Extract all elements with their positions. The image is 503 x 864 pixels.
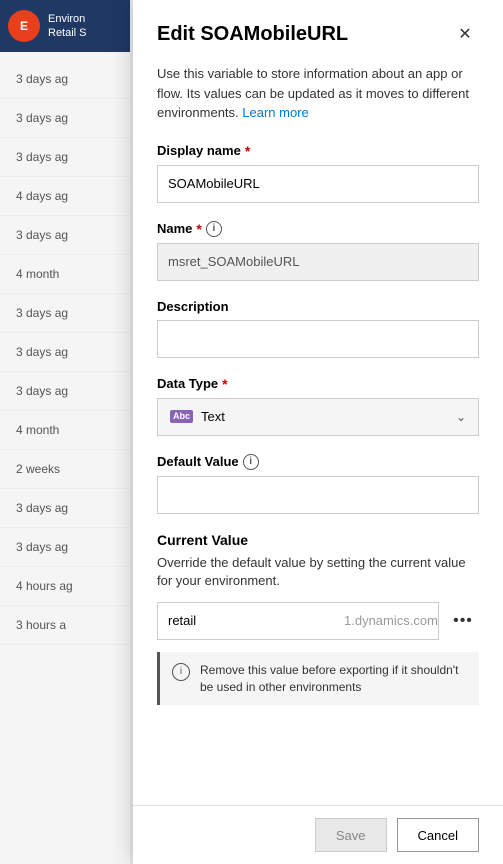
list-item: 3 days ag: [0, 489, 130, 528]
list-item: 4 hours ag: [0, 567, 130, 606]
default-value-label: Default Value i: [157, 454, 479, 470]
display-name-input[interactable]: [157, 165, 479, 203]
save-button[interactable]: Save: [315, 818, 387, 852]
current-value-input-wrap: 1.dynamics.com: [157, 602, 439, 640]
data-type-select[interactable]: Abc Text ⌄: [157, 398, 479, 436]
list-item: 3 days ag: [0, 294, 130, 333]
list-item: 3 days ag: [0, 528, 130, 567]
list-item: 3 days ag: [0, 99, 130, 138]
list-item: 3 days ag: [0, 60, 130, 99]
list-item: 3 days ag: [0, 372, 130, 411]
close-button[interactable]: ✕: [451, 20, 479, 48]
current-value-description: Override the default value by setting th…: [157, 554, 479, 590]
display-name-label: Display name *: [157, 143, 479, 159]
list-item: 4 month: [0, 411, 130, 450]
modal-footer: Save Cancel: [133, 805, 503, 864]
description-field: Description: [157, 299, 479, 358]
default-value-field: Default Value i: [157, 454, 479, 514]
info-box-icon: i: [172, 663, 190, 681]
learn-more-link[interactable]: Learn more: [242, 105, 308, 120]
current-value-section: Current Value Override the default value…: [157, 532, 479, 706]
data-type-value: Text: [201, 409, 225, 424]
name-label: Name * i: [157, 221, 479, 237]
cancel-button[interactable]: Cancel: [397, 818, 479, 852]
current-value-title: Current Value: [157, 532, 479, 548]
description-label: Description: [157, 299, 479, 314]
list-item: 4 days ag: [0, 177, 130, 216]
data-type-field: Data Type * Abc Text ⌄: [157, 376, 479, 436]
current-value-suffix: 1.dynamics.com: [344, 613, 438, 628]
edit-modal: Edit SOAMobileURL ✕ Use this variable to…: [133, 0, 503, 864]
abc-icon: Abc: [170, 410, 193, 423]
list-item: 3 hours a: [0, 606, 130, 645]
bg-list-items: 3 days ag 3 days ag 3 days ag 4 days ag …: [0, 60, 130, 645]
list-item: 4 month: [0, 255, 130, 294]
required-indicator: *: [196, 221, 201, 237]
data-type-label: Data Type *: [157, 376, 479, 392]
name-input: [157, 243, 479, 281]
required-indicator: *: [222, 376, 227, 392]
more-options-button[interactable]: •••: [447, 605, 479, 637]
list-item: 3 days ag: [0, 216, 130, 255]
info-box-text: Remove this value before exporting if it…: [200, 662, 467, 696]
display-name-field: Display name *: [157, 143, 479, 203]
list-item: 2 weeks: [0, 450, 130, 489]
modal-body: Use this variable to store information a…: [133, 64, 503, 805]
name-field: Name * i: [157, 221, 479, 281]
top-bar: E Environ Retail S: [0, 0, 130, 52]
name-info-icon[interactable]: i: [206, 221, 222, 237]
current-value-input[interactable]: [168, 613, 344, 628]
default-value-input[interactable]: [157, 476, 479, 514]
default-value-info-icon[interactable]: i: [243, 454, 259, 470]
list-item: 3 days ag: [0, 138, 130, 177]
current-value-row: 1.dynamics.com •••: [157, 602, 479, 640]
chevron-down-icon: ⌄: [456, 410, 466, 424]
info-box: i Remove this value before exporting if …: [157, 652, 479, 706]
list-item: 3 days ag: [0, 333, 130, 372]
modal-title: Edit SOAMobileURL: [157, 23, 348, 46]
modal-header: Edit SOAMobileURL ✕: [133, 0, 503, 64]
description-input[interactable]: [157, 320, 479, 358]
avatar: E: [8, 10, 40, 42]
top-bar-text: Environ Retail S: [48, 12, 87, 41]
modal-description: Use this variable to store information a…: [157, 64, 479, 123]
required-indicator: *: [245, 143, 250, 159]
